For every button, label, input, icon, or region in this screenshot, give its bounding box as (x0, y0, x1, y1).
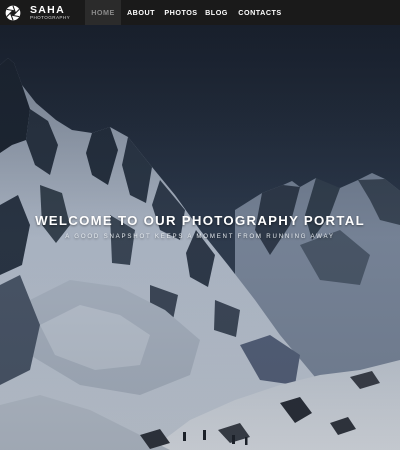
main-nav: HOME ABOUT PHOTOS BLOG CONTACTS (85, 0, 288, 25)
logo[interactable]: SAHA PHOTOGRAPHY (0, 0, 85, 25)
nav-item-photos[interactable]: PHOTOS (161, 0, 201, 25)
hero-subtitle: A GOOD SNAPSHOT KEEPS A MOMENT FROM RUNN… (65, 233, 335, 240)
nav-item-blog[interactable]: BLOG (201, 0, 232, 25)
brand-tagline: PHOTOGRAPHY (30, 14, 71, 20)
nav-item-contacts[interactable]: CONTACTS (232, 0, 288, 25)
logo-text: SAHA PHOTOGRAPHY (30, 3, 71, 21)
aperture-icon (5, 5, 21, 20)
hero-title: WELCOME TO OUR PHOTOGRAPHY PORTAL (35, 213, 365, 228)
hero-banner: WELCOME TO OUR PHOTOGRAPHY PORTAL A GOOD… (0, 25, 400, 450)
nav-item-about[interactable]: ABOUT (121, 0, 161, 25)
nav-item-home[interactable]: HOME (85, 0, 121, 25)
brand-name: SAHA (30, 3, 65, 16)
navbar: SAHA PHOTOGRAPHY HOME ABOUT PHOTOS BLOG … (0, 0, 400, 25)
